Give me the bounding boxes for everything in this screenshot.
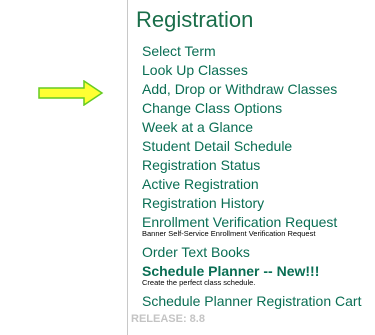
menu-item-schedule-planner-cart: Schedule Planner Registration Cart: [142, 292, 361, 311]
menu-item-select-term: Select Term: [142, 42, 361, 61]
menu-item-order-text-books: Order Text Books: [142, 243, 361, 262]
menu-item-registration-history: Registration History: [142, 194, 361, 213]
add-drop-withdraw-link[interactable]: Add, Drop or Withdraw Classes: [142, 80, 361, 99]
menu-item-schedule-planner: Schedule Planner -- New!!! Create the pe…: [142, 262, 361, 292]
registration-status-link[interactable]: Registration Status: [142, 156, 361, 175]
registration-menu: Select Term Look Up Classes Add, Drop or…: [142, 42, 361, 311]
release-version: RELEASE: 8.8: [131, 313, 205, 325]
registration-history-link[interactable]: Registration History: [142, 194, 361, 213]
look-up-classes-link[interactable]: Look Up Classes: [142, 61, 361, 80]
page-title: Registration: [136, 7, 254, 32]
student-detail-schedule-link[interactable]: Student Detail Schedule: [142, 137, 361, 156]
menu-item-change-class-options: Change Class Options: [142, 99, 361, 118]
active-registration-link[interactable]: Active Registration: [142, 175, 361, 194]
menu-item-enrollment-verification: Enrollment Verification Request Banner S…: [142, 213, 361, 243]
menu-item-registration-status: Registration Status: [142, 156, 361, 175]
right-arrow-icon: [38, 80, 104, 106]
select-term-link[interactable]: Select Term: [142, 42, 361, 61]
schedule-planner-cart-link[interactable]: Schedule Planner Registration Cart: [142, 292, 361, 311]
menu-item-week-at-a-glance: Week at a Glance: [142, 118, 361, 137]
menu-item-student-detail-schedule: Student Detail Schedule: [142, 137, 361, 156]
week-at-a-glance-link[interactable]: Week at a Glance: [142, 118, 361, 137]
change-class-options-link[interactable]: Change Class Options: [142, 99, 361, 118]
menu-item-active-registration: Active Registration: [142, 175, 361, 194]
order-text-books-link[interactable]: Order Text Books: [142, 243, 361, 262]
menu-item-add-drop-withdraw: Add, Drop or Withdraw Classes: [142, 80, 361, 99]
schedule-planner-description: Create the perfect class schedule.: [142, 278, 256, 287]
registration-menu-panel: Registration Select Term Look Up Classes…: [127, 0, 375, 335]
menu-item-look-up-classes: Look Up Classes: [142, 61, 361, 80]
